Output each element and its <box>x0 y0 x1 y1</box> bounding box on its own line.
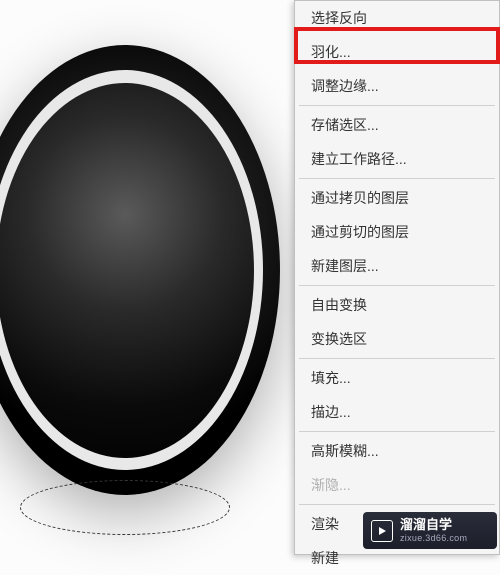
context-menu: 选择反向羽化...调整边缘... 存储选区...建立工作路径... 通过拷贝的图层通… <box>294 0 500 555</box>
selection-marquee[interactable] <box>20 480 230 535</box>
menu-item-12[interactable]: 变换选区 <box>295 322 499 356</box>
circle-inner-shape <box>0 83 254 458</box>
menu-item-9[interactable]: 新建图层... <box>295 249 499 283</box>
menu-separator <box>299 358 495 359</box>
watermark-title: 溜溜自学 <box>400 518 467 533</box>
menu-item-4[interactable]: 存储选区... <box>295 108 499 142</box>
menu-item-11[interactable]: 自由变换 <box>295 288 499 322</box>
menu-item-8[interactable]: 通过剪切的图层 <box>295 215 499 249</box>
menu-item-15[interactable]: 描边... <box>295 395 499 429</box>
menu-separator <box>299 285 495 286</box>
menu-item-17[interactable]: 高斯模糊... <box>295 434 499 468</box>
menu-item-5[interactable]: 建立工作路径... <box>295 142 499 176</box>
menu-separator <box>299 431 495 432</box>
menu-separator <box>299 105 495 106</box>
menu-item-1[interactable]: 羽化... <box>295 35 499 69</box>
menu-item-18: 渐隐... <box>295 468 499 502</box>
menu-item-14[interactable]: 填充... <box>295 361 499 395</box>
menu-item-7[interactable]: 通过拷贝的图层 <box>295 181 499 215</box>
play-icon <box>371 520 393 542</box>
menu-item-2[interactable]: 调整边缘... <box>295 69 499 103</box>
watermark-text: 溜溜自学 zixue.3d66.com <box>400 518 467 543</box>
menu-item-0[interactable]: 选择反向 <box>295 1 499 35</box>
watermark-subtitle: zixue.3d66.com <box>400 533 467 543</box>
watermark-badge: 溜溜自学 zixue.3d66.com <box>363 512 497 549</box>
menu-separator <box>299 504 495 505</box>
menu-separator <box>299 178 495 179</box>
